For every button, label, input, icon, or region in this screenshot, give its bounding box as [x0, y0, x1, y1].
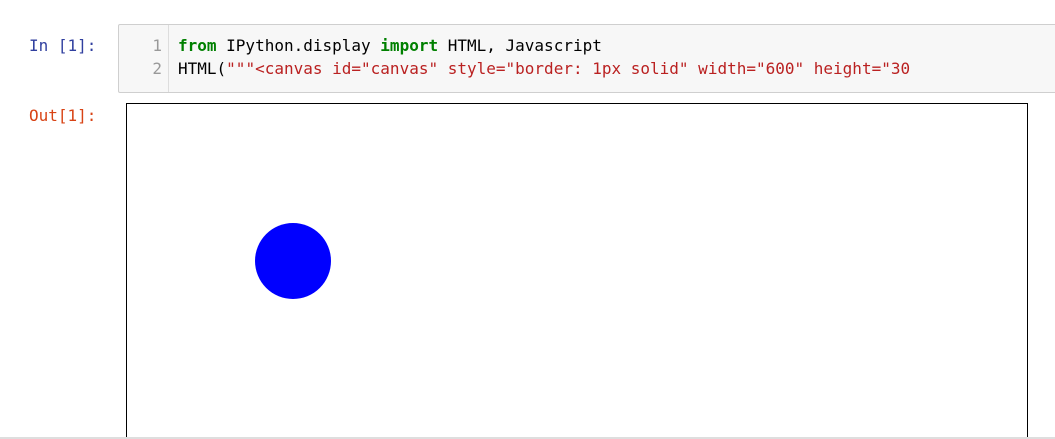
line-number-gutter: 1 2 — [119, 25, 169, 92]
html-call: HTML( — [178, 59, 227, 78]
line-number-1: 1 — [152, 36, 162, 55]
code-line-2[interactable]: HTML("""<canvas id="canvas" style="borde… — [178, 58, 910, 80]
blue-ball — [255, 223, 331, 299]
module-name: IPython.display — [216, 36, 381, 55]
code-line-1[interactable]: from IPython.display import HTML, Javasc… — [178, 35, 602, 57]
string-literal: """<canvas id="canvas" style="border: 1p… — [226, 59, 911, 78]
output-prompt: Out[1]: — [29, 106, 97, 125]
line-number-2: 2 — [152, 59, 162, 78]
imported-names: HTML, Javascript — [438, 36, 602, 55]
notebook-page: In [1]: 1 2 from IPython.display import … — [0, 0, 1055, 439]
canvas-output[interactable] — [126, 103, 1028, 439]
keyword-from: from — [178, 36, 217, 55]
code-cell-editor[interactable]: 1 2 from IPython.display import HTML, Ja… — [118, 24, 1055, 93]
input-prompt: In [1]: — [29, 36, 97, 55]
keyword-import: import — [380, 36, 439, 55]
